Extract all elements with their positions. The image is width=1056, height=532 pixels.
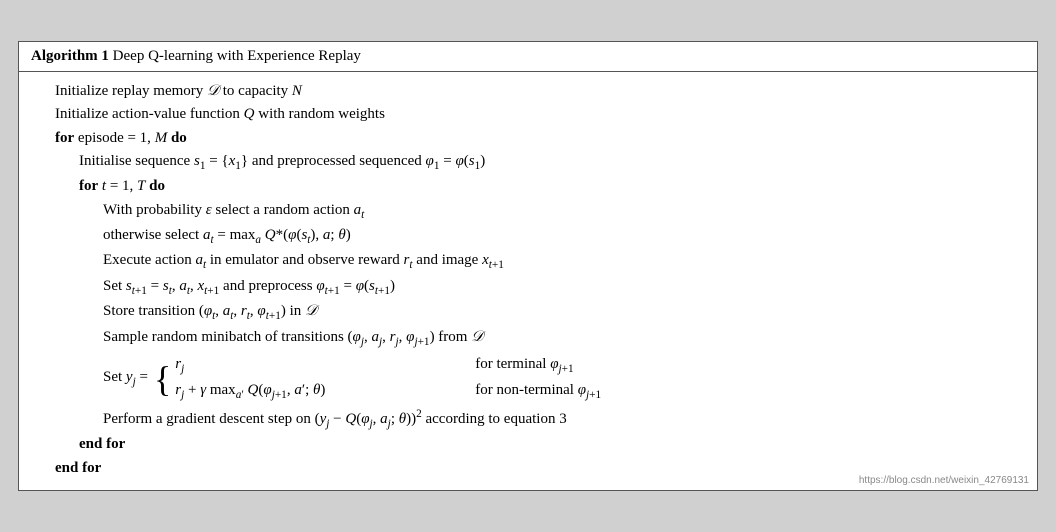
line-set-yj: Set yj = { rj for terminal φj+1 rj + γ m… <box>31 353 1025 404</box>
keyword-for-t: for <box>79 178 98 194</box>
algorithm-title-rest: Deep Q-learning with Experience Replay <box>109 48 361 64</box>
case2-condition: for non-terminal φj+1 <box>475 379 601 404</box>
algorithm-box: Algorithm 1 Deep Q-learning with Experie… <box>18 41 1038 491</box>
keyword-end-for-episode: end for <box>55 460 101 476</box>
line-store-transition: Store transition (φt, at, rt, φt+1) in 𝒟 <box>31 300 1025 325</box>
line-execute-action: Execute action at in emulator and observ… <box>31 249 1025 274</box>
algorithm-body: Initialize replay memory 𝒟 to capacity N… <box>19 72 1037 490</box>
case1-formula: rj <box>175 353 455 378</box>
set-yj-label: Set yj = <box>103 366 148 391</box>
brace-symbol: { <box>154 361 171 397</box>
algorithm-header: Algorithm 1 Deep Q-learning with Experie… <box>19 42 1037 72</box>
keyword-end-for-t: end for <box>79 436 125 452</box>
cases-rows: rj for terminal φj+1 rj + γ maxa′ Q(φj+1… <box>175 353 601 404</box>
watermark: https://blog.csdn.net/weixin_42769131 <box>859 475 1029 486</box>
algorithm-title-bold: Algorithm 1 <box>31 48 109 64</box>
line-init-q: Initialize action-value function Q with … <box>31 103 1025 126</box>
line-sample-minibatch: Sample random minibatch of transitions (… <box>31 326 1025 351</box>
line-gradient-descent: Perform a gradient descent step on (yj −… <box>31 406 1025 433</box>
case2-formula: rj + γ maxa′ Q(φj+1, a′; θ) <box>175 379 455 404</box>
line-for-episode: for episode = 1, M do <box>31 127 1025 150</box>
line-init-memory: Initialize replay memory 𝒟 to capacity N <box>31 80 1025 103</box>
case-row-nonterminal: rj + γ maxa′ Q(φj+1, a′; θ) for non-term… <box>175 379 601 404</box>
keyword-for-episode: for <box>55 130 74 146</box>
case1-condition: for terminal φj+1 <box>475 353 573 378</box>
line-with-probability: With probability ε select a random actio… <box>31 199 1025 224</box>
line-end-for-t: end for <box>31 433 1025 456</box>
line-initialise-sequence: Initialise sequence s1 = {x1} and prepro… <box>31 150 1025 175</box>
line-set-s: Set st+1 = st, at, xt+1 and preprocess φ… <box>31 275 1025 300</box>
keyword-do-episode: do <box>171 130 187 146</box>
line-for-t: for t = 1, T do <box>31 175 1025 198</box>
line-otherwise-select: otherwise select at = maxa Q*(φ(st), a; … <box>31 224 1025 249</box>
case-row-terminal: rj for terminal φj+1 <box>175 353 601 378</box>
keyword-do-t: do <box>149 178 165 194</box>
